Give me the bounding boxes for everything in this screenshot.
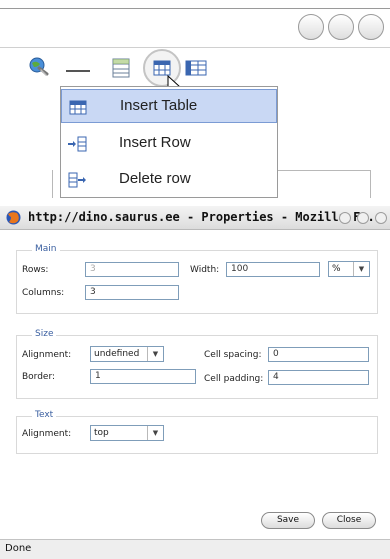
text-alignment-select[interactable]: top ▼ — [90, 425, 164, 441]
window-top-border — [0, 8, 390, 9]
rows-label: Rows: — [22, 265, 49, 275]
toolbar-divider — [0, 47, 390, 48]
main-legend: Main — [32, 244, 60, 254]
width-unit-value: % — [332, 264, 341, 274]
chevron-down-icon: ▼ — [353, 262, 369, 276]
width-unit-select[interactable]: % ▼ — [328, 261, 370, 277]
cell-padding-label: Cell padding: — [204, 374, 264, 384]
text-alignment-label: Alignment: — [22, 429, 72, 439]
window-title: http://dino.saurus.ee - Properties - Moz… — [28, 210, 383, 224]
menu-item-label: Delete row — [119, 170, 191, 187]
menu-item-delete-row[interactable]: Delete row — [61, 163, 277, 197]
chevron-down-icon: ▼ — [147, 426, 163, 440]
border-label: Border: — [22, 372, 56, 382]
editor-toolbar-area: Insert Table Insert Row Delete row — [0, 0, 390, 198]
background-table-line — [52, 170, 53, 198]
horizontal-rule-icon[interactable] — [66, 70, 90, 72]
status-bar: Done — [0, 539, 390, 559]
link-globe-icon[interactable] — [28, 56, 50, 78]
rows-field[interactable]: 3 — [85, 262, 179, 277]
table-properties-icon[interactable] — [112, 58, 130, 78]
cell-spacing-label: Cell spacing: — [204, 350, 262, 360]
close-button[interactable]: Close — [322, 512, 376, 529]
chevron-down-icon: ▼ — [147, 347, 163, 361]
table-cell-icon[interactable] — [185, 60, 207, 76]
minimize-button[interactable] — [339, 212, 351, 224]
size-alignment-select[interactable]: undefined ▼ — [90, 346, 164, 362]
size-legend: Size — [32, 329, 57, 339]
status-text: Done — [5, 543, 32, 554]
size-alignment-value: undefined — [94, 349, 140, 359]
maximize-button[interactable] — [328, 14, 354, 40]
cell-padding-field[interactable]: 4 — [268, 370, 369, 385]
text-legend: Text — [32, 410, 57, 420]
delete-row-icon — [67, 170, 87, 190]
maximize-button[interactable] — [357, 212, 369, 224]
menu-item-insert-table[interactable]: Insert Table — [61, 89, 277, 123]
table-icon[interactable] — [153, 60, 171, 76]
properties-window: http://dino.saurus.ee - Properties - Moz… — [0, 206, 390, 559]
columns-label: Columns: — [22, 288, 65, 298]
window-controls — [298, 14, 384, 40]
background-table-line — [370, 170, 371, 198]
size-alignment-label: Alignment: — [22, 350, 72, 360]
insert-row-icon — [67, 134, 87, 154]
close-window-button[interactable] — [375, 212, 387, 224]
firefox-icon — [6, 210, 21, 225]
save-button[interactable]: Save — [261, 512, 315, 529]
menu-item-label: Insert Row — [119, 134, 191, 151]
window-titlebar: http://dino.saurus.ee - Properties - Moz… — [0, 206, 390, 230]
cell-spacing-field[interactable]: 0 — [268, 347, 369, 362]
table-dropdown-menu: Insert Table Insert Row Delete row — [60, 86, 278, 198]
menu-item-label: Insert Table — [120, 97, 198, 114]
columns-field[interactable]: 3 — [85, 285, 179, 300]
border-field[interactable]: 1 — [90, 369, 196, 384]
background-table-line — [278, 170, 370, 171]
minimize-button[interactable] — [298, 14, 324, 40]
width-field[interactable]: 100 — [226, 262, 320, 277]
width-label: Width: — [190, 265, 220, 275]
table-icon — [68, 97, 88, 117]
text-alignment-value: top — [94, 428, 109, 438]
main-fieldset — [16, 250, 378, 314]
menu-item-insert-row[interactable]: Insert Row — [61, 127, 277, 161]
close-window-button[interactable] — [358, 14, 384, 40]
size-fieldset — [16, 335, 378, 399]
